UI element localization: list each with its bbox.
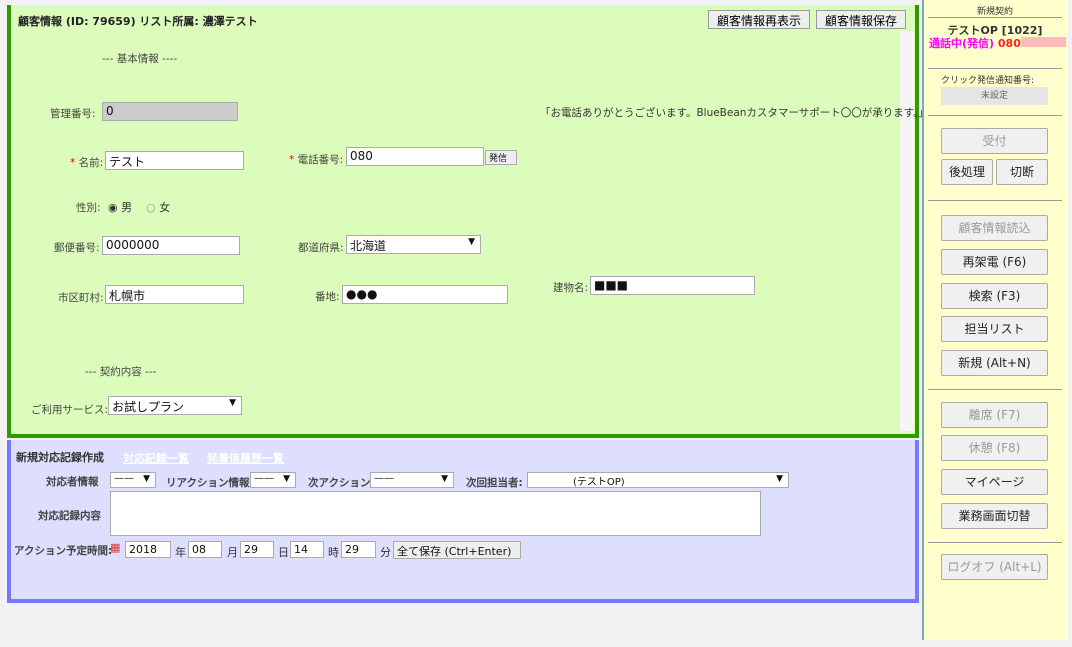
- radio-female[interactable]: ○: [146, 201, 156, 214]
- save-all-button[interactable]: 全て保存 (Ctrl+Enter): [393, 541, 521, 559]
- tab-new-record[interactable]: 新規対応記録作成: [11, 444, 109, 466]
- female-label: 女: [159, 201, 171, 214]
- service-select[interactable]: お試しプラン ▼: [108, 396, 242, 415]
- rest-button[interactable]: 休憩 (F8): [941, 435, 1048, 461]
- day-unit: 日: [278, 546, 289, 559]
- month-field[interactable]: 08: [188, 541, 222, 558]
- calendar-icon[interactable]: ▦: [110, 541, 120, 554]
- year-field[interactable]: 2018: [125, 541, 171, 558]
- next-action-label: 次アクション:: [308, 477, 375, 489]
- addr-label: 番地:: [315, 291, 340, 303]
- bldg-label: 建物名:: [553, 282, 589, 294]
- dial-button[interactable]: 発信: [485, 150, 517, 165]
- city-field[interactable]: 札幌市: [105, 285, 244, 304]
- record-textarea[interactable]: [110, 491, 761, 536]
- responder-label: 対応者情報: [46, 476, 99, 488]
- notify-value: 未設定: [941, 87, 1048, 105]
- accept-button[interactable]: 受付: [941, 128, 1048, 154]
- phone-label: 電話番号:: [297, 154, 344, 166]
- notify-label: クリック発信通知番号:: [941, 76, 1035, 86]
- radio-male[interactable]: ◉: [108, 201, 118, 214]
- city-label: 市区町村:: [58, 292, 104, 304]
- call-status: 通話中(発信): [929, 37, 995, 50]
- next-owner-select[interactable]: (テストOP) ▼: [527, 472, 789, 488]
- hangup-button[interactable]: 切断: [996, 159, 1048, 185]
- switch-screen-button[interactable]: 業務画面切替: [941, 503, 1048, 529]
- bldg-field[interactable]: ■■■: [590, 276, 755, 295]
- month-unit: 月: [227, 546, 238, 559]
- customer-tab[interactable]: 顧客情報 (ID: 79659) リスト所属: 濃澤テスト: [12, 10, 264, 31]
- masked-number: [1020, 37, 1066, 47]
- logoff-button[interactable]: ログオフ (Alt+L): [941, 554, 1048, 580]
- record-label: 対応記録内容: [38, 510, 101, 522]
- reload-customer-button[interactable]: 顧客情報再表示: [708, 10, 811, 29]
- name-label: 名前:: [78, 157, 104, 169]
- name-field[interactable]: テスト: [105, 151, 244, 170]
- male-label: 男: [121, 201, 133, 214]
- sidebar-title: 新規契約: [976, 7, 1013, 17]
- search-button[interactable]: 検索 (F3): [941, 283, 1048, 309]
- minute-unit: 分: [380, 546, 391, 559]
- day-field[interactable]: 29: [240, 541, 274, 558]
- mypage-button[interactable]: マイページ: [941, 469, 1048, 495]
- away-button[interactable]: 離席 (F7): [941, 402, 1048, 428]
- manage-no-label: 管理番号:: [50, 108, 96, 120]
- section-basic: --- 基本情報 ----: [102, 53, 178, 65]
- reaction-label: リアクション情報:: [166, 477, 254, 489]
- save-customer-button[interactable]: 顧客情報保存: [816, 10, 907, 29]
- pref-select[interactable]: 北海道 ▼: [346, 235, 481, 254]
- section-contract: --- 契約内容 ---: [85, 366, 157, 378]
- zip-label: 郵便番号:: [54, 242, 100, 254]
- call-number: 080: [997, 37, 1021, 50]
- tab-call-history[interactable]: 発着信履歴一覧: [207, 450, 284, 466]
- redial-button[interactable]: 再架電 (F6): [941, 249, 1048, 275]
- manage-no-field: 0: [102, 102, 238, 121]
- new-button[interactable]: 新規 (Alt+N): [941, 350, 1048, 376]
- customer-scrollbar[interactable]: [900, 31, 914, 431]
- phone-field[interactable]: 080: [346, 147, 484, 166]
- gender-label: 性別:: [76, 202, 101, 214]
- service-label: ご利用サービス:: [31, 404, 109, 416]
- hour-unit: 時: [328, 546, 339, 559]
- addr-field[interactable]: ●●●: [342, 285, 508, 304]
- schedule-label: アクション予定時間:: [14, 545, 113, 557]
- load-customer-button[interactable]: 顧客情報読込: [941, 215, 1048, 241]
- hour-field[interactable]: 14: [290, 541, 324, 558]
- assigned-list-button[interactable]: 担当リスト: [941, 316, 1048, 342]
- year-unit: 年: [175, 546, 186, 559]
- zip-field[interactable]: 0000000: [102, 236, 240, 255]
- next-owner-label: 次回担当者:: [466, 477, 523, 489]
- responder-select[interactable]: —— ▼: [110, 472, 156, 488]
- minute-field[interactable]: 29: [341, 541, 376, 558]
- reaction-select[interactable]: —— ▼: [250, 472, 296, 488]
- tab-record-list[interactable]: 対応記録一覧: [123, 450, 189, 466]
- greeting-text: 「お電話ありがとうございます。BlueBeanカスタマーサポート〇〇が承ります。…: [540, 107, 929, 119]
- after-call-button[interactable]: 後処理: [941, 159, 993, 185]
- next-action-select[interactable]: —— ▼: [370, 472, 454, 488]
- pref-label: 都道府県:: [298, 242, 344, 254]
